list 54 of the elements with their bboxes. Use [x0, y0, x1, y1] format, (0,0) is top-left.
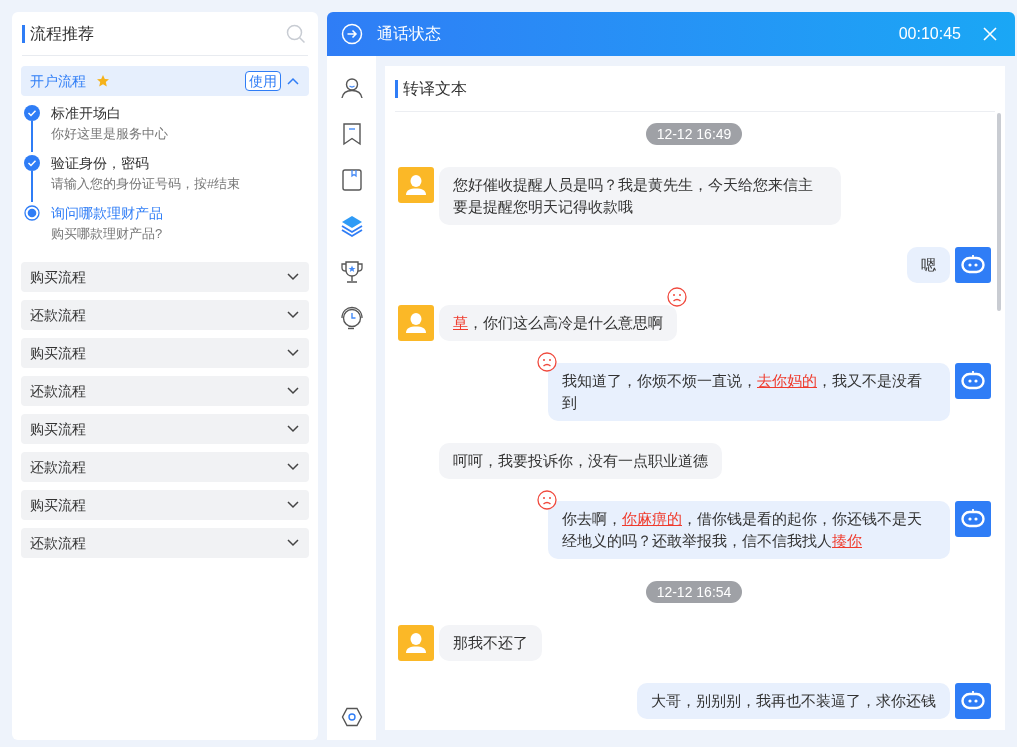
flow-label: 还款流程	[30, 381, 86, 401]
flow-header[interactable]: 还款流程	[21, 452, 309, 482]
chevron-down-icon[interactable]	[287, 539, 299, 547]
chevron-down-icon[interactable]	[287, 349, 299, 357]
step-detail: 购买哪款理财产品?	[51, 225, 163, 243]
chevron-up-icon[interactable]	[287, 77, 299, 85]
chevron-down-icon[interactable]	[287, 463, 299, 471]
person-icon[interactable]	[339, 76, 364, 100]
flow-label: 购买流程	[30, 343, 86, 363]
flow-label: 购买流程	[30, 267, 86, 287]
message-bubble: 嗯	[907, 247, 950, 283]
call-timer: 00:10:45	[898, 24, 961, 44]
flow-header[interactable]: 购买流程	[21, 490, 309, 520]
book-icon[interactable]	[339, 168, 364, 192]
scrollbar-thumb[interactable]	[997, 113, 1001, 311]
chevron-down-icon[interactable]	[287, 501, 299, 509]
step-title: 验证身份，密码	[51, 154, 150, 173]
flow-header[interactable]: 购买流程	[21, 262, 309, 292]
chevron-down-icon[interactable]	[287, 425, 299, 433]
step-detail: 你好这里是服务中心	[51, 125, 168, 143]
call-title: 通话状态	[377, 24, 441, 44]
message-bubble: 您好催收提醒人员是吗？我是黄先生，今天给您来信主要是提醒您明天记得收款哦	[439, 167, 841, 225]
flow-label: 开户流程	[30, 71, 86, 91]
flow-label: 还款流程	[30, 305, 86, 325]
chevron-down-icon[interactable]	[287, 311, 299, 319]
sidebar-title: 流程推荐	[22, 24, 94, 43]
flow-header[interactable]: 开户流程 使用	[21, 66, 309, 96]
step-title: 标准开场白	[51, 104, 122, 123]
message-bubble: 呵呵，我要投诉你，没有一点职业道德	[439, 443, 722, 479]
arrow-circle-icon[interactable]	[341, 23, 363, 45]
step-title: 询问哪款理财产品	[51, 204, 163, 223]
step-detail: 请输入您的身份证号码，按#结束	[51, 175, 241, 193]
close-icon[interactable]	[983, 27, 997, 41]
layers-icon[interactable]	[339, 214, 364, 238]
chevron-down-icon[interactable]	[287, 387, 299, 395]
flow-header[interactable]: 还款流程	[21, 376, 309, 406]
message-bubble: 大哥，别别别，我再也不装逼了，求你还钱	[637, 683, 950, 719]
flow-label: 还款流程	[30, 533, 86, 553]
flow-header[interactable]: 还款流程	[21, 300, 309, 330]
trophy-icon[interactable]	[339, 260, 364, 284]
headset-icon[interactable]	[339, 306, 364, 330]
timestamp-pill: 12-12 16:49	[645, 123, 743, 145]
flow-label: 还款流程	[30, 457, 86, 477]
message-bubble: 那我不还了	[439, 625, 542, 661]
use-button[interactable]: 使用	[245, 71, 281, 91]
flow-header[interactable]: 购买流程	[21, 338, 309, 368]
flow-label: 购买流程	[30, 419, 86, 439]
transcript-title: 转译文本	[395, 79, 467, 98]
flow-header[interactable]: 购买流程	[21, 414, 309, 444]
hexagon-settings-icon[interactable]	[340, 706, 363, 728]
chevron-down-icon[interactable]	[287, 273, 299, 281]
timestamp-pill: 12-12 16:54	[645, 581, 743, 603]
flow-label: 购买流程	[30, 495, 86, 515]
flow-header[interactable]: 还款流程	[21, 528, 309, 558]
